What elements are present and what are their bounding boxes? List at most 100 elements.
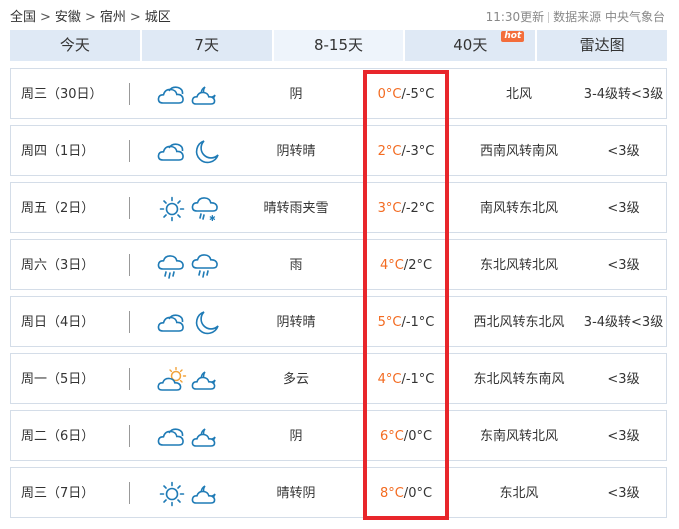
wind-direction: 西南风转南风: [479, 144, 558, 159]
forecast-row: 周六（3日） 雨 4°C/2°C 东北风转北风 <3级: [10, 239, 667, 290]
forecast-row: 周三（30日） 阴 0°C/-5°C 北风 3-4级转<3级: [10, 68, 667, 119]
low-temperature: 0°C: [408, 429, 433, 444]
weather-description: 阴转晴: [276, 144, 316, 159]
forecast-date: 周日（4日）: [21, 315, 95, 330]
data-source-label: 数据来源 中央气象台: [553, 10, 665, 24]
partly-cloudy-night-icon: [191, 423, 221, 451]
row-divider: [129, 254, 130, 276]
forecast-date: 周五（2日）: [21, 201, 95, 216]
temperature-range: 6°C/0°C: [361, 411, 451, 462]
svg-text:✱: ✱: [209, 214, 216, 223]
forecast-date: 周一（5日）: [21, 372, 95, 387]
breadcrumb-separator: >: [129, 10, 141, 25]
wind-direction: 北风: [505, 87, 532, 102]
wind-direction: 东北风转北风: [479, 258, 558, 273]
row-divider: [129, 197, 130, 219]
temperature-range: 0°C/-5°C: [361, 69, 451, 120]
temperature-range: 8°C/0°C: [361, 468, 451, 519]
sun-icon: [157, 481, 187, 507]
weather-description: 阴: [289, 429, 303, 444]
cloudy-icon: [157, 424, 187, 450]
hot-badge: hot: [501, 31, 525, 42]
cloudy-icon: [157, 139, 187, 165]
cloudy-icon: [157, 82, 187, 108]
forecast-row: 周五（2日） ✱ 晴转雨夹雪 3°C/-2°C 南风转东北风 <3级: [10, 182, 667, 233]
high-temperature: 3°C: [377, 201, 402, 216]
forecast-row: 周一（5日） 多云 4°C/-1°C 东北风转东南风 <3级: [10, 353, 667, 404]
low-temperature: -5°C: [405, 87, 435, 102]
forecast-date: 周二（6日）: [21, 429, 95, 444]
partly-cloudy-day-icon: [157, 367, 187, 393]
wind-level: 3-4级转<3级: [583, 315, 664, 330]
wind-level: <3级: [607, 372, 640, 387]
breadcrumb-link-suzhou[interactable]: 宿州: [100, 10, 126, 25]
weather-description: 晴转雨夹雪: [263, 201, 329, 216]
row-divider: [129, 482, 130, 504]
low-temperature: -2°C: [405, 201, 435, 216]
update-time: 11:30更新: [485, 10, 545, 24]
wind-direction: 东北风转东南风: [473, 372, 565, 387]
wind-direction: 东北风: [499, 486, 539, 501]
rain-snow-icon: ✱: [191, 195, 221, 223]
tab-7-days[interactable]: 7天: [141, 30, 272, 61]
high-temperature: 4°C: [379, 258, 404, 273]
tab-today[interactable]: 今天: [10, 30, 140, 61]
wind-direction: 东南风转北风: [479, 429, 558, 444]
wind-level: <3级: [607, 429, 640, 444]
temperature-range: 5°C/-1°C: [361, 297, 451, 348]
sun-icon: [157, 196, 187, 222]
tab-radar[interactable]: 雷达图: [537, 30, 667, 61]
high-temperature: 8°C: [379, 486, 404, 501]
tab-40-days-label: 40天: [453, 36, 488, 54]
breadcrumb-separator: >: [84, 10, 96, 25]
temperature-range: 4°C/-1°C: [361, 354, 451, 405]
source-divider: [548, 12, 550, 23]
forecast-date: 周四（1日）: [21, 144, 95, 159]
wind-level: <3级: [607, 258, 640, 273]
breadcrumb-separator: >: [40, 10, 51, 25]
high-temperature: 4°C: [377, 372, 402, 387]
low-temperature: -1°C: [405, 372, 435, 387]
high-temperature: 2°C: [377, 144, 402, 159]
weather-description: 阴转晴: [276, 315, 316, 330]
moon-icon: [191, 309, 221, 337]
forecast-list: 周三（30日）阴 0°C/-5°C 北风 3-4级转<3级 周四（1日） 阴转晴 2°C/-…: [10, 68, 667, 524]
tab-8-15-days[interactable]: 8-15天: [273, 30, 404, 61]
weather-description: 晴转阴: [276, 486, 316, 501]
breadcrumb-link-anhui[interactable]: 安徽: [55, 10, 81, 25]
temperature-range: 4°C/2°C: [361, 240, 451, 291]
weather-description: 雨: [289, 258, 303, 273]
breadcrumb: 全国 > 安徽 > 宿州 > 城区: [10, 6, 171, 25]
forecast-row: 周日（4日） 阴转晴 5°C/-1°C 西北风转东北风 3-4级转<3级: [10, 296, 667, 347]
forecast-date: 周三（30日）: [21, 87, 103, 102]
weather-description: 阴: [289, 87, 303, 102]
forecast-date: 周三（7日）: [21, 486, 95, 501]
weather-description: 多云: [282, 372, 309, 387]
row-divider: [129, 368, 130, 390]
high-temperature: 0°C: [377, 87, 402, 102]
row-divider: [129, 425, 130, 447]
wind-direction: 西北风转东北风: [473, 315, 565, 330]
moon-icon: [191, 138, 221, 166]
partly-cloudy-night-icon: [191, 81, 221, 109]
forecast-row: 周二（6日） 阴 6°C/0°C 东南风转北风 <3级: [10, 410, 667, 461]
forecast-row: 周三（7日） 晴转阴 8°C/0°C 东北风 <3级: [10, 467, 667, 518]
row-divider: [129, 83, 130, 105]
low-temperature: -1°C: [405, 315, 435, 330]
high-temperature: 5°C: [377, 315, 402, 330]
breadcrumb-link-national[interactable]: 全国: [10, 10, 36, 25]
partly-cloudy-night-icon: [191, 480, 221, 508]
tab-40-days[interactable]: 40天 hot: [405, 30, 536, 61]
temperature-range: 2°C/-3°C: [361, 126, 451, 177]
row-divider: [129, 311, 130, 333]
forecast-date: 周六（3日）: [21, 258, 95, 273]
wind-direction: 南风转东北风: [479, 201, 558, 216]
low-temperature: 0°C: [408, 486, 433, 501]
wind-level: 3-4级转<3级: [583, 87, 664, 102]
cloudy-icon: [157, 310, 187, 336]
row-divider: [129, 140, 130, 162]
forecast-tabs: 今天 7天 8-15天 40天 hot 雷达图: [10, 30, 667, 61]
wind-level: <3级: [607, 201, 640, 216]
low-temperature: -3°C: [405, 144, 435, 159]
partly-cloudy-night-icon: [191, 366, 221, 394]
